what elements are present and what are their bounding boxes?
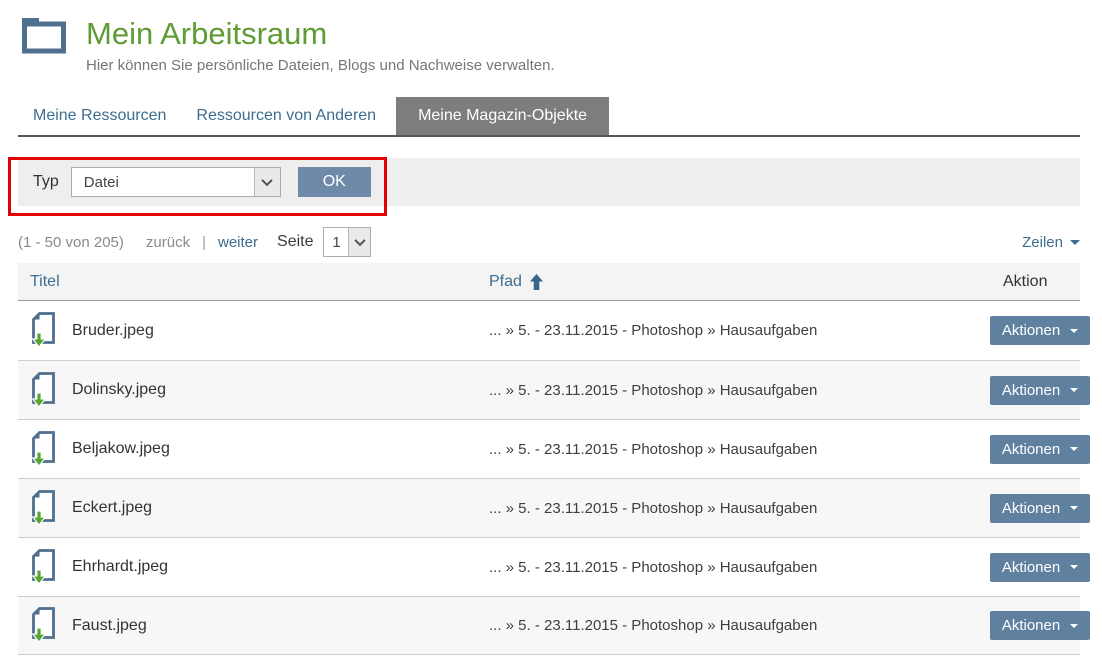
folder-icon: [20, 15, 68, 57]
file-download-icon: [30, 607, 57, 644]
ok-button[interactable]: OK: [298, 167, 371, 197]
caret-down-icon: [1070, 329, 1078, 333]
actions-button-label: Aktionen: [1002, 617, 1060, 634]
actions-dropdown-button[interactable]: Aktionen: [990, 316, 1090, 345]
page-header: Mein Arbeitsraum Hier können Sie persönl…: [18, 0, 1080, 74]
type-label: Typ: [33, 173, 59, 191]
rows-label: Zeilen: [1022, 234, 1063, 251]
file-path: ... » 5. - 23.11.2015 - Photoshop » Haus…: [472, 559, 972, 576]
pagination-bar: (1 - 50 von 205) zurück | weiter Seite 1…: [18, 227, 1080, 257]
actions-button-label: Aktionen: [1002, 382, 1060, 399]
column-header-path[interactable]: Pfad: [472, 273, 972, 291]
file-title: Ehrhardt.jpeg: [72, 558, 168, 576]
actions-dropdown-button[interactable]: Aktionen: [990, 553, 1090, 582]
file-path: ... » 5. - 23.11.2015 - Photoshop » Haus…: [472, 500, 972, 517]
type-select-value: Datei: [72, 174, 254, 191]
file-path: ... » 5. - 23.11.2015 - Photoshop » Haus…: [472, 382, 972, 399]
tab-meine-ressourcen[interactable]: Meine Ressourcen: [18, 97, 181, 135]
sort-ascending-icon: [530, 274, 543, 290]
tab-meine-magazin-objekte[interactable]: Meine Magazin-Objekte: [396, 97, 609, 135]
file-path: ... » 5. - 23.11.2015 - Photoshop » Haus…: [472, 441, 972, 458]
file-title: Eckert.jpeg: [72, 499, 152, 517]
table-row: Bruder.jpeg ... » 5. - 23.11.2015 - Phot…: [18, 301, 1080, 360]
actions-button-label: Aktionen: [1002, 322, 1060, 339]
column-header-action: Aktion: [972, 273, 1080, 291]
table-row: Eckert.jpeg ... » 5. - 23.11.2015 - Phot…: [18, 478, 1080, 537]
prev-page-link[interactable]: zurück: [146, 234, 190, 251]
path-header-label: Pfad: [489, 273, 522, 291]
table-row: Dolinsky.jpeg ... » 5. - 23.11.2015 - Ph…: [18, 360, 1080, 419]
pagination-separator: |: [202, 234, 206, 251]
chevron-down-icon: [348, 228, 370, 256]
caret-down-icon: [1070, 624, 1078, 628]
page-title: Mein Arbeitsraum: [86, 13, 555, 55]
tab-bar: Meine Ressourcen Ressourcen von Anderen …: [18, 97, 1080, 137]
tab-ressourcen-von-anderen[interactable]: Ressourcen von Anderen: [181, 97, 391, 135]
table-header-row: Titel Pfad Aktion: [18, 263, 1080, 301]
actions-dropdown-button[interactable]: Aktionen: [990, 611, 1090, 640]
next-page-link[interactable]: weiter: [218, 234, 258, 251]
caret-down-icon: [1070, 565, 1078, 569]
caret-down-icon: [1070, 506, 1078, 510]
file-title: Bruder.jpeg: [72, 322, 154, 340]
file-download-icon: [30, 312, 57, 349]
type-select[interactable]: Datei: [71, 167, 281, 197]
actions-button-label: Aktionen: [1002, 559, 1060, 576]
actions-dropdown-button[interactable]: Aktionen: [990, 376, 1090, 405]
table-body: Bruder.jpeg ... » 5. - 23.11.2015 - Phot…: [18, 301, 1080, 655]
page-subtitle: Hier können Sie persönliche Dateien, Blo…: [86, 57, 555, 74]
column-header-title[interactable]: Titel: [18, 273, 472, 291]
caret-down-icon: [1070, 447, 1078, 451]
table-row: Beljakow.jpeg ... » 5. - 23.11.2015 - Ph…: [18, 419, 1080, 478]
files-table: Titel Pfad Aktion Bruder.jpeg ... » 5. -…: [18, 263, 1080, 655]
actions-dropdown-button[interactable]: Aktionen: [990, 494, 1090, 523]
file-title: Faust.jpeg: [72, 617, 147, 635]
actions-dropdown-button[interactable]: Aktionen: [990, 435, 1090, 464]
rows-dropdown[interactable]: Zeilen: [1022, 234, 1080, 251]
filter-bar: Typ Datei OK: [18, 158, 1080, 206]
file-download-icon: [30, 431, 57, 468]
page-label: Seite: [277, 233, 313, 251]
file-title: Dolinsky.jpeg: [72, 381, 166, 399]
actions-button-label: Aktionen: [1002, 441, 1060, 458]
file-download-icon: [30, 549, 57, 586]
table-row: Ehrhardt.jpeg ... » 5. - 23.11.2015 - Ph…: [18, 537, 1080, 596]
file-path: ... » 5. - 23.11.2015 - Photoshop » Haus…: [472, 322, 972, 339]
table-row: Faust.jpeg ... » 5. - 23.11.2015 - Photo…: [18, 596, 1080, 655]
file-download-icon: [30, 372, 57, 409]
page-number-value: 1: [324, 234, 348, 251]
caret-down-icon: [1070, 240, 1080, 245]
file-download-icon: [30, 490, 57, 527]
file-title: Beljakow.jpeg: [72, 440, 170, 458]
result-range: (1 - 50 von 205): [18, 234, 124, 251]
chevron-down-icon: [254, 168, 280, 196]
actions-button-label: Aktionen: [1002, 500, 1060, 517]
caret-down-icon: [1070, 388, 1078, 392]
page-number-select[interactable]: 1: [323, 227, 371, 257]
file-path: ... » 5. - 23.11.2015 - Photoshop » Haus…: [472, 617, 972, 634]
